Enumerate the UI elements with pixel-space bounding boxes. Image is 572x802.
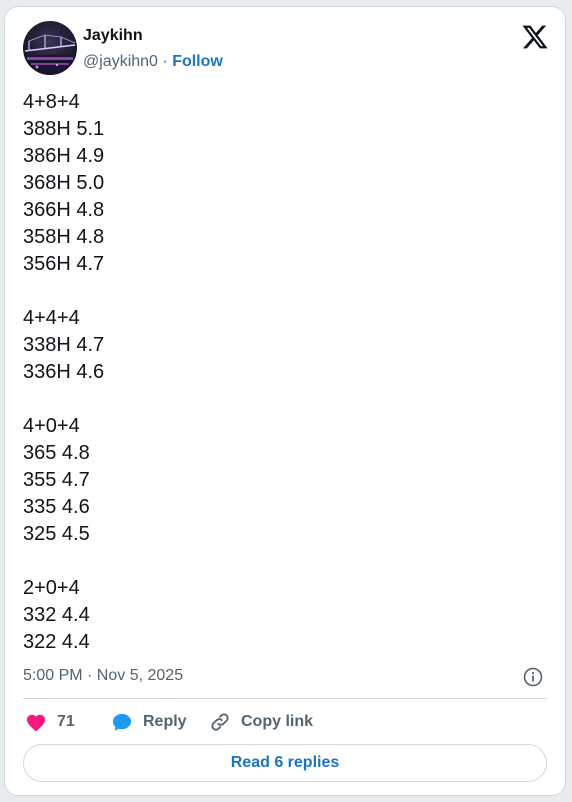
tweet-line: 325 4.5 <box>23 523 90 545</box>
tweet-line: 332 4.4 <box>23 604 90 626</box>
avatar[interactable] <box>23 21 77 75</box>
reply-bubble-icon <box>112 713 132 731</box>
tweet-header: Jaykihn @jaykihn0 · Follow <box>23 21 551 77</box>
tweet-line: 388H 5.1 <box>23 118 105 140</box>
follow-link[interactable]: Follow <box>172 53 223 70</box>
tweet-line: 356H 4.7 <box>23 253 105 275</box>
tweet-timestamp[interactable]: 5:00 PM · Nov 5, 2025 <box>23 667 183 685</box>
author-name[interactable]: Jaykihn <box>83 27 143 45</box>
tweet-line: 322 4.4 <box>23 631 90 653</box>
tweet-line: 335 4.6 <box>23 496 90 518</box>
link-icon <box>211 713 229 731</box>
copy-link-label: Copy link <box>241 713 314 730</box>
tweet-line: 4+8+4 <box>23 91 80 113</box>
tweet-line: 386H 4.9 <box>23 145 105 167</box>
like-count: 71 <box>57 713 75 730</box>
tweet-line: 4+4+4 <box>23 307 80 329</box>
tweet-line: 338H 4.7 <box>23 334 105 356</box>
tweet-line: 2+0+4 <box>23 577 80 599</box>
author-subline: @jaykihn0 · Follow <box>83 53 223 71</box>
tweet-card: Jaykihn @jaykihn0 · Follow 4+8+4 388H 5.… <box>4 6 566 796</box>
separator-dot: · <box>162 53 168 70</box>
tweet-text: 4+8+4 388H 5.1 386H 4.9 368H 5.0 366H 4.… <box>23 89 547 656</box>
tweet-line: 336H 4.6 <box>23 361 105 383</box>
tweet-line: 4+0+4 <box>23 415 80 437</box>
read-replies-button[interactable]: Read 6 replies <box>23 744 547 782</box>
reply-button[interactable]: Reply <box>111 709 187 735</box>
author-handle[interactable]: @jaykihn0 <box>83 53 158 70</box>
tweet-line: 368H 5.0 <box>23 172 105 194</box>
tweet-line: 365 4.8 <box>23 442 90 464</box>
tweet-line <box>23 548 547 575</box>
tweet-line: 358H 4.8 <box>23 226 105 248</box>
tweet-line: 355 4.7 <box>23 469 90 491</box>
x-logo-icon[interactable] <box>521 23 549 51</box>
action-bar: 71 Reply Copy link <box>23 709 547 735</box>
tweet-line <box>23 278 547 305</box>
copy-link-button[interactable]: Copy link <box>209 709 313 735</box>
reply-label: Reply <box>143 713 187 730</box>
like-button[interactable]: 71 <box>25 709 75 735</box>
divider <box>23 698 547 699</box>
tweet-line: 366H 4.8 <box>23 199 105 221</box>
info-icon[interactable] <box>523 667 543 687</box>
tweet-line <box>23 386 547 413</box>
heart-icon <box>26 714 46 732</box>
